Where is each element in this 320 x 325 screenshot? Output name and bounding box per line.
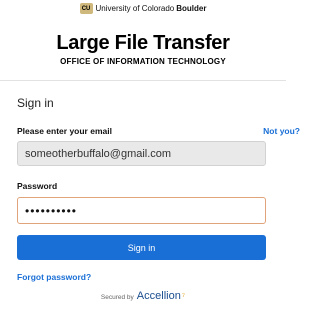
signin-heading: Sign in	[17, 96, 54, 110]
signin-button[interactable]: Sign in	[17, 235, 266, 260]
not-you-link[interactable]: Not you?	[263, 126, 300, 136]
cu-logo-icon: CU	[79, 3, 93, 14]
app-title: Large File Transfer	[56, 32, 230, 54]
email-display: someotherbuffalo@gmail.com	[17, 141, 266, 166]
university-name-bold: Boulder	[176, 4, 207, 13]
university-name: University of Colorado	[95, 4, 175, 13]
password-label: Password	[17, 181, 58, 191]
accellion-mark-icon: ⁷	[181, 291, 186, 301]
header: CU University of Colorado Boulder Large …	[0, 0, 286, 80]
app-subtitle: OFFICE OF INFORMATION TECHNOLOGY	[60, 57, 226, 66]
secured-by-label: Secured by	[100, 294, 134, 301]
accellion-brand: Accellion	[136, 290, 181, 302]
university-brand: CU University of Colorado Boulder	[0, 3, 286, 14]
secured-by: Secured by Accellion ⁷	[0, 290, 286, 302]
email-label: Please enter your email	[17, 126, 112, 136]
password-field[interactable]	[17, 197, 266, 224]
header-divider	[0, 80, 286, 81]
forgot-password-link[interactable]: Forgot password?	[17, 272, 91, 282]
